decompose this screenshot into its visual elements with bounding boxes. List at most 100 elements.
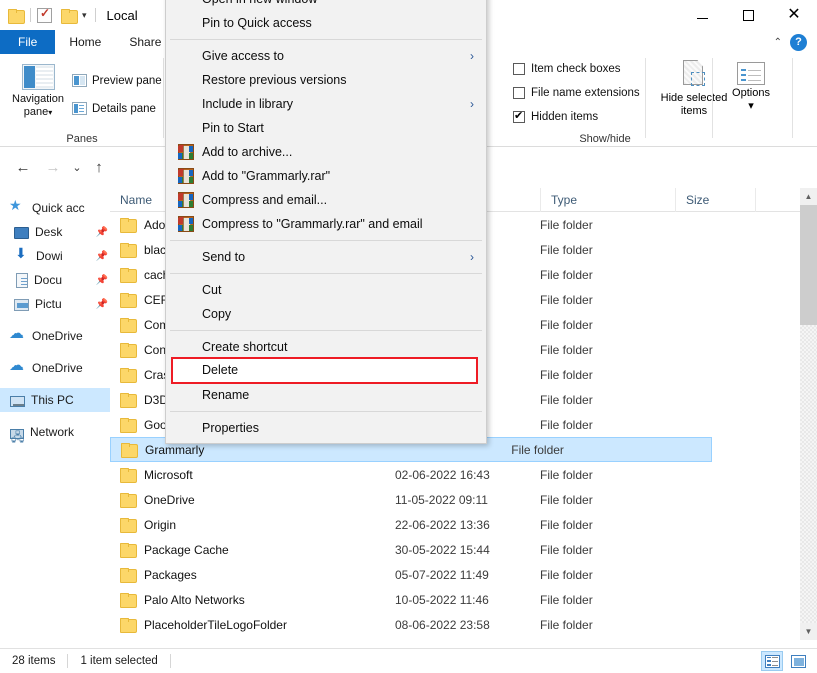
table-row[interactable]: OneDrive11-05-2022 09:11File folder — [110, 487, 800, 512]
menu-item-send-to[interactable]: Send to› — [166, 245, 486, 269]
menu-item-include-in-library[interactable]: Include in library› — [166, 92, 486, 116]
scroll-down-button[interactable]: ▼ — [800, 623, 817, 640]
menu-item-pin-to-start[interactable]: Pin to Start — [166, 116, 486, 140]
menu-item-label: Properties — [202, 421, 259, 435]
sidebar-item-pictures[interactable]: Pictu 📌 — [0, 292, 110, 316]
sidebar-item-label: Dowi — [36, 249, 63, 263]
window-title: Local — [107, 8, 138, 23]
menu-item-label: Give access to — [202, 49, 284, 63]
folder-icon — [120, 243, 136, 256]
vertical-scrollbar[interactable]: ▲ ▼ — [800, 188, 817, 640]
menu-item-add-to-grammarly-rar[interactable]: Add to "Grammarly.rar" — [166, 164, 486, 188]
hidden-items-checkbox[interactable] — [513, 111, 525, 123]
sidebar-item-label: Desk — [35, 225, 62, 239]
sidebar-item-desktop[interactable]: Desk 📌 — [0, 220, 110, 244]
show-hide-group-label: Show/hide — [505, 133, 705, 145]
sidebar-item-onedrive-2[interactable]: OneDrive — [0, 356, 110, 380]
menu-item-label: Add to "Grammarly.rar" — [202, 169, 330, 183]
item-check-boxes-option[interactable]: Item check boxes — [513, 63, 620, 75]
file-name-extensions-checkbox[interactable] — [513, 87, 525, 99]
table-row[interactable]: Publishers10-05-2022 12:04File folder — [110, 637, 800, 640]
navpane-line2: pane — [24, 106, 48, 118]
sidebar-item-downloads[interactable]: Dowi 📌 — [0, 244, 110, 268]
menu-item-rename[interactable]: Rename — [166, 383, 486, 407]
recent-locations-button[interactable]: ⌄ — [66, 157, 88, 177]
hidden-items-option[interactable]: Hidden items — [513, 111, 598, 123]
new-folder-icon[interactable] — [61, 9, 77, 22]
minimize-button[interactable] — [679, 0, 725, 30]
menu-item-compress-and-email[interactable]: Compress and email... — [166, 188, 486, 212]
menu-item-copy[interactable]: Copy — [166, 302, 486, 326]
close-button[interactable]: ✕ — [771, 0, 817, 30]
sidebar-item-onedrive-1[interactable]: OneDrive — [0, 324, 110, 348]
menu-item-pin-to-quick-access[interactable]: Pin to Quick access — [166, 11, 486, 35]
file-name-label: Palo Alto Networks — [144, 593, 245, 607]
hide-selected-items-icon — [679, 60, 709, 90]
pin-icon: 📌 — [96, 275, 110, 286]
sidebar-item-network[interactable]: Network — [0, 420, 110, 444]
type-cell: File folder — [540, 568, 675, 582]
column-header-extra[interactable] — [755, 188, 800, 212]
chevron-down-icon[interactable]: ▾ — [48, 108, 52, 117]
navigation-pane-button[interactable]: Navigation pane▾ — [8, 60, 68, 132]
menu-item-give-access-to[interactable]: Give access to› — [166, 44, 486, 68]
file-name-extensions-option[interactable]: File name extensions — [513, 87, 640, 99]
item-check-boxes-checkbox[interactable] — [513, 63, 525, 75]
file-name-cell: PlaceholderTileLogoFolder — [110, 618, 395, 632]
collapse-ribbon-icon[interactable]: ⌃ — [774, 37, 782, 48]
column-header-size[interactable]: Size — [675, 188, 755, 212]
help-button[interactable]: ? — [790, 34, 807, 51]
navpane-line1: Navigation — [12, 93, 64, 105]
maximize-button[interactable] — [725, 0, 771, 30]
menu-item-cut[interactable]: Cut — [166, 278, 486, 302]
context-menu[interactable]: Open in new windowPin to Quick access Giv… — [165, 0, 487, 444]
folder-icon[interactable] — [8, 9, 24, 22]
quick-access-toolbar: ▾ Local — [0, 0, 138, 30]
column-header-type[interactable]: Type — [540, 188, 675, 212]
forward-button[interactable]: → — [42, 157, 64, 177]
sidebar-item-this-pc[interactable]: This PC — [0, 388, 110, 412]
options-button[interactable]: Options ▾ — [720, 58, 782, 136]
sidebar-item-quick-access[interactable]: Quick acc — [0, 196, 110, 220]
menu-item-add-to-archive[interactable]: Add to archive... — [166, 140, 486, 164]
table-row[interactable]: PlaceholderTileLogoFolder08-06-2022 23:5… — [110, 612, 800, 637]
large-icons-view-button[interactable] — [787, 651, 809, 671]
file-name-extensions-label: File name extensions — [531, 87, 640, 99]
table-row[interactable]: Origin22-06-2022 13:36File folder — [110, 512, 800, 537]
menu-item-delete[interactable]: Delete — [166, 359, 486, 383]
date-modified-cell: 30-05-2022 15:44 — [395, 543, 540, 557]
scroll-up-button[interactable]: ▲ — [800, 188, 817, 205]
folder-icon — [120, 518, 136, 531]
chevron-down-icon[interactable]: ▾ — [748, 100, 754, 112]
table-row[interactable]: Package Cache30-05-2022 15:44File folder — [110, 537, 800, 562]
menu-item-open-in-new-window[interactable]: Open in new window — [166, 0, 486, 11]
tab-home[interactable]: Home — [55, 30, 115, 54]
tab-file[interactable]: File — [0, 30, 55, 54]
details-view-button[interactable] — [761, 651, 783, 671]
menu-item-create-shortcut[interactable]: Create shortcut — [166, 335, 486, 359]
divider — [792, 58, 793, 138]
menu-item-label: Add to archive... — [202, 145, 292, 159]
menu-item-properties[interactable]: Properties — [166, 416, 486, 440]
type-cell: File folder — [540, 218, 675, 232]
menu-item-restore-previous-versions[interactable]: Restore previous versions — [166, 68, 486, 92]
preview-pane-button[interactable]: Preview pane — [72, 74, 162, 87]
folder-icon — [120, 543, 136, 556]
details-pane-button[interactable]: Details pane — [72, 102, 156, 115]
scrollbar-track[interactable] — [800, 325, 817, 623]
scrollbar-thumb[interactable] — [800, 205, 817, 325]
menu-item-compress-to-grammarly-rar-and-email[interactable]: Compress to "Grammarly.rar" and email — [166, 212, 486, 236]
table-row[interactable]: Microsoft02-06-2022 16:43File folder — [110, 462, 800, 487]
table-row[interactable]: Palo Alto Networks10-05-2022 11:46File f… — [110, 587, 800, 612]
up-button[interactable]: ↑ — [88, 157, 110, 177]
properties-checklist-icon[interactable] — [37, 8, 52, 23]
view-buttons — [761, 651, 817, 671]
preview-pane-label: Preview pane — [92, 75, 162, 87]
divider — [712, 58, 713, 138]
table-row[interactable]: Packages05-07-2022 11:49File folder — [110, 562, 800, 587]
back-button[interactable]: ← — [12, 157, 34, 177]
menu-item-label: Rename — [202, 388, 249, 402]
sidebar-item-label: Docu — [34, 273, 62, 287]
sidebar-item-documents[interactable]: Docu 📌 — [0, 268, 110, 292]
customize-qat-caret[interactable]: ▾ — [80, 10, 89, 21]
